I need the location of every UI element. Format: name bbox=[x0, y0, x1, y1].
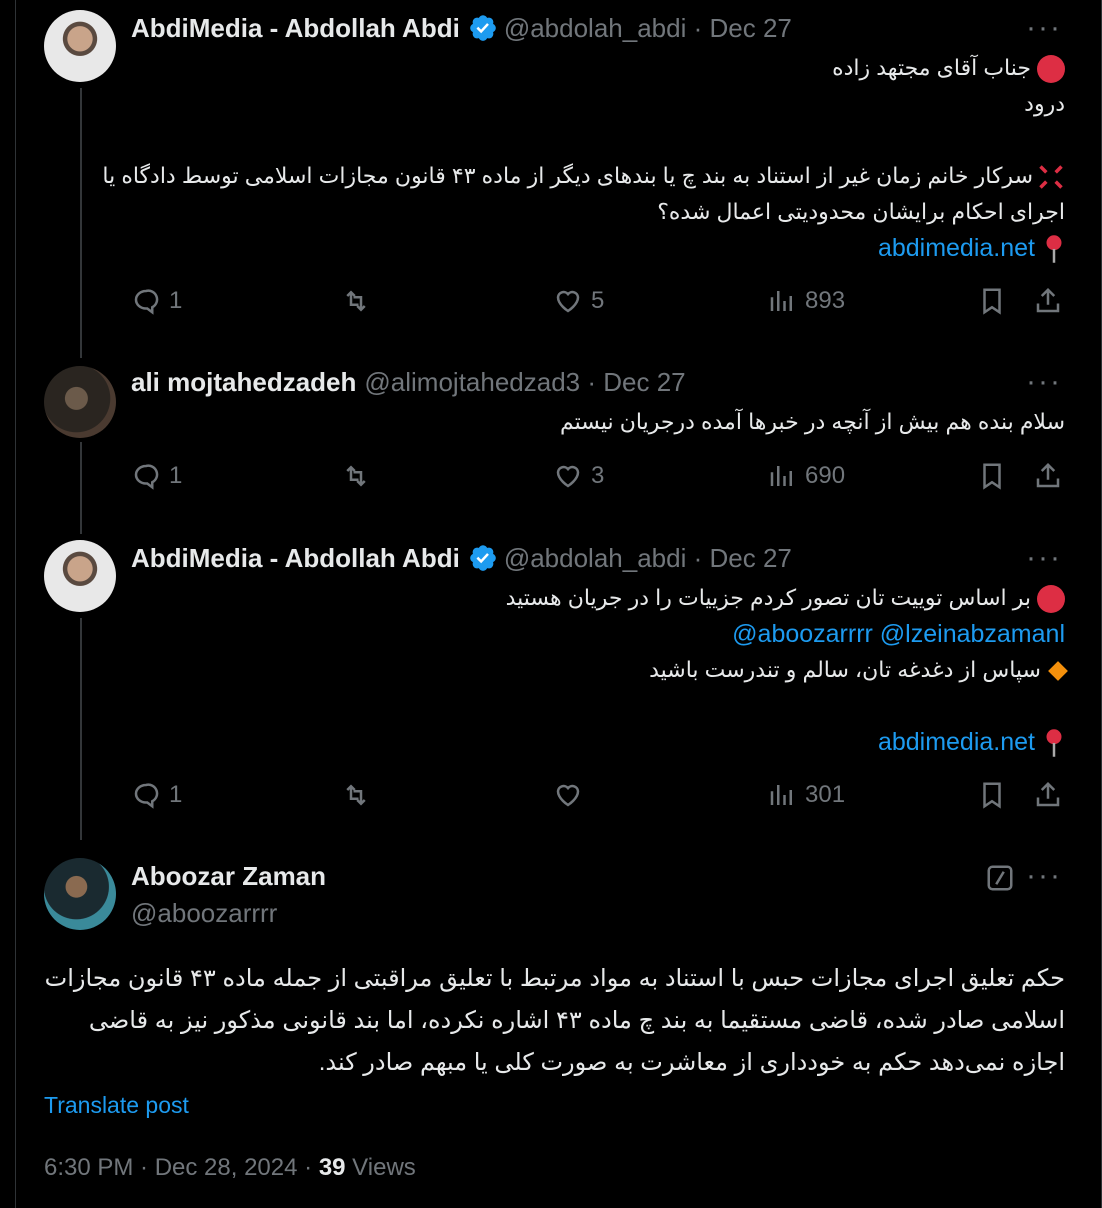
like-button[interactable]: 3 bbox=[553, 461, 604, 491]
repost-icon bbox=[346, 784, 366, 806]
tweet-link-line: abdimedia.net bbox=[878, 230, 1065, 266]
more-options-icon[interactable]: ··· bbox=[1026, 367, 1062, 397]
anger-icon bbox=[1039, 165, 1063, 189]
tweet-text-line: جناب آقای مجتهد زاده bbox=[832, 50, 1065, 86]
separator-dot: · bbox=[686, 12, 710, 43]
translate-post-link[interactable]: Translate post bbox=[44, 1092, 189, 1119]
avatar[interactable] bbox=[44, 10, 116, 82]
share-button[interactable] bbox=[1033, 461, 1071, 491]
bookmark-button[interactable] bbox=[977, 780, 1015, 810]
thread-line bbox=[80, 88, 82, 358]
author-name[interactable]: AbdiMedia - Abdollah Abdi bbox=[131, 543, 460, 574]
more-options-icon[interactable]: ··· bbox=[1026, 13, 1062, 43]
avatar[interactable] bbox=[44, 366, 116, 438]
main-tweet-text-line: اجازه نمی‌دهد حکم به خودداری از معاشرت ب… bbox=[318, 1049, 1065, 1076]
more-options-icon[interactable]: ··· bbox=[1026, 861, 1062, 891]
tweet-actions: 1 5 893 bbox=[131, 286, 1066, 326]
views-count: 39 bbox=[318, 1154, 346, 1181]
bookmark-button[interactable] bbox=[977, 286, 1015, 316]
views-icon bbox=[770, 785, 792, 805]
share-button[interactable] bbox=[1033, 780, 1071, 810]
tweet-text-line: درود bbox=[1024, 91, 1065, 116]
repost-icon bbox=[346, 465, 366, 487]
tweet-text-line: اجرای احکام برایشان محدودیتی اعمال شده؟ bbox=[657, 199, 1065, 224]
views-icon bbox=[770, 466, 792, 486]
tweet-actions: 1 3 690 bbox=[131, 461, 1066, 501]
reply-button[interactable]: 1 bbox=[131, 780, 182, 810]
share-icon bbox=[1036, 462, 1060, 488]
tweet-text-line: سرکار خانم زمان غیر از استناد به بند چ ی… bbox=[102, 158, 1065, 194]
repost-button[interactable] bbox=[341, 286, 379, 316]
reply-icon bbox=[134, 783, 159, 809]
pin-icon bbox=[1046, 729, 1062, 758]
separator-dot: · bbox=[686, 542, 710, 573]
tweet-header: AbdiMedia - Abdollah Abdi @abdolah_abdi … bbox=[131, 10, 792, 46]
author-handle[interactable]: @alimojtahedzad3 bbox=[364, 367, 580, 398]
more-options-icon[interactable]: ··· bbox=[1026, 543, 1062, 573]
tweet-text-line: سپاس از دغدغه تان، سالم و تندرست باشید bbox=[649, 652, 1068, 688]
views-button[interactable]: 893 bbox=[767, 286, 845, 316]
red-circle-icon bbox=[1037, 585, 1065, 614]
tweet-link-line: abdimedia.net bbox=[878, 724, 1065, 760]
red-circle-icon bbox=[1037, 55, 1065, 84]
main-tweet-text-line: حکم تعلیق اجرای مجازات حبس با استناد به … bbox=[44, 965, 1065, 992]
share-icon bbox=[1036, 287, 1060, 313]
reply-button[interactable]: 1 bbox=[131, 286, 182, 316]
like-button[interactable] bbox=[553, 780, 591, 810]
thread-line bbox=[80, 442, 82, 534]
repost-button[interactable] bbox=[341, 461, 379, 491]
thread-line bbox=[80, 618, 82, 840]
post-timestamp[interactable]: 6:30 PM · Dec 28, 2024 · bbox=[44, 1154, 319, 1181]
views-button[interactable]: 690 bbox=[767, 461, 845, 491]
tweet-header: ali mojtahedzadeh @alimojtahedzad3 · Dec… bbox=[131, 364, 686, 400]
verified-badge-icon bbox=[470, 545, 496, 571]
heart-icon bbox=[556, 784, 580, 807]
reply-icon bbox=[134, 464, 159, 490]
share-icon bbox=[1036, 781, 1060, 807]
tweet-date[interactable]: Dec 27 bbox=[709, 543, 791, 574]
author-handle[interactable]: @abdolah_abdi bbox=[504, 543, 687, 574]
bookmark-icon bbox=[983, 288, 1001, 315]
reply-icon bbox=[134, 289, 159, 315]
heart-icon bbox=[556, 465, 580, 488]
main-tweet-text-line: اسلامی صادر شده، قاضی مستقیما به بند چ م… bbox=[88, 1007, 1065, 1034]
author-name[interactable]: ali mojtahedzadeh bbox=[131, 367, 356, 398]
like-button[interactable]: 5 bbox=[553, 286, 604, 316]
tweet-header: AbdiMedia - Abdollah Abdi @abdolah_abdi … bbox=[131, 540, 792, 576]
repost-button[interactable] bbox=[341, 780, 379, 810]
author-name[interactable]: Aboozar Zaman bbox=[131, 861, 326, 892]
author-handle[interactable]: @abdolah_abdi bbox=[504, 13, 687, 44]
tweet-text-line: سلام بنده هم بیش از آنچه در خبرها آمده د… bbox=[559, 409, 1065, 434]
author-handle[interactable]: @aboozarrrr bbox=[131, 898, 277, 929]
avatar[interactable] bbox=[44, 540, 116, 612]
views-icon bbox=[770, 291, 792, 311]
post-metadata: 6:30 PM · Dec 28, 2024 · 39 Views bbox=[44, 1154, 416, 1182]
bookmark-icon bbox=[983, 782, 1001, 809]
views-label: Views bbox=[345, 1154, 416, 1181]
grok-icon[interactable] bbox=[985, 863, 1015, 893]
avatar[interactable] bbox=[44, 858, 116, 930]
separator-dot: · bbox=[580, 366, 604, 397]
repost-icon bbox=[346, 290, 366, 312]
tweet-subheader: @aboozarrrr bbox=[131, 896, 277, 930]
tweet-date[interactable]: Dec 27 bbox=[603, 367, 685, 398]
orange-diamond-icon bbox=[1048, 661, 1068, 682]
bookmark-button[interactable] bbox=[977, 461, 1015, 491]
tweet-actions: 1 301 bbox=[131, 780, 1066, 820]
tweet-date[interactable]: Dec 27 bbox=[709, 13, 791, 44]
views-button[interactable]: 301 bbox=[767, 780, 845, 810]
tweet-text-line: بر اساس توییت تان تصور کردم جزییات را در… bbox=[506, 580, 1065, 616]
tweet-header: Aboozar Zaman bbox=[131, 858, 326, 894]
heart-icon bbox=[556, 290, 580, 313]
reply-button[interactable]: 1 bbox=[131, 461, 182, 491]
pin-icon bbox=[1046, 235, 1062, 264]
share-button[interactable] bbox=[1033, 286, 1071, 316]
verified-badge-icon bbox=[470, 15, 496, 41]
link[interactable]: abdimedia.net bbox=[878, 728, 1035, 756]
bookmark-icon bbox=[983, 463, 1001, 490]
author-name[interactable]: AbdiMedia - Abdollah Abdi bbox=[131, 13, 460, 44]
mention-links[interactable]: @aboozarrrr @lzeinabzamanl bbox=[732, 616, 1065, 652]
link[interactable]: abdimedia.net bbox=[878, 234, 1035, 262]
